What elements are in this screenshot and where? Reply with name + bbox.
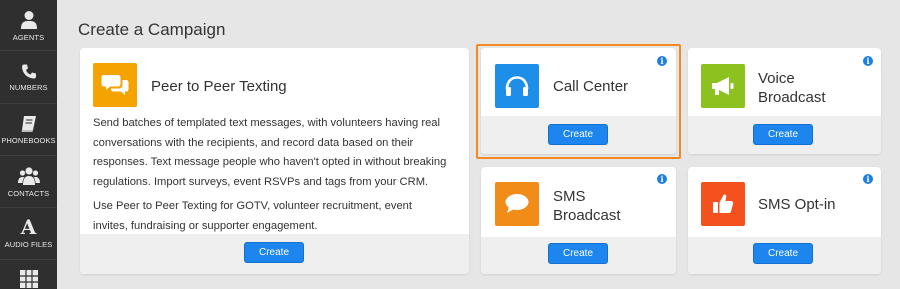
info-icon[interactable]: i	[863, 174, 873, 184]
thumbs-up-icon	[713, 194, 734, 213]
sms-optin-card[interactable]: SMS Opt-in i Create	[688, 167, 881, 274]
info-icon[interactable]: i	[863, 56, 873, 66]
divider	[0, 103, 57, 104]
headset-icon	[505, 76, 529, 96]
divider	[0, 50, 57, 51]
sidebar-item-phonebooks[interactable]: PHONEBOOKS	[0, 115, 57, 145]
megaphone-icon	[712, 77, 734, 95]
sms-broadcast-tile	[495, 182, 539, 226]
divider	[0, 207, 57, 208]
call-center-create-button[interactable]: Create	[548, 124, 608, 145]
grid-icon	[19, 270, 38, 288]
people-icon	[17, 167, 40, 185]
chat-bubbles-icon	[101, 75, 129, 95]
book-icon	[21, 116, 36, 132]
sms-optin-tile	[701, 182, 745, 226]
chat-bubble-icon	[505, 194, 529, 213]
sidebar-item-label: NUMBERS	[9, 83, 48, 92]
p2p-tile	[93, 63, 137, 107]
p2p-description-paragraph: Send batches of templated text messages,…	[93, 117, 447, 188]
sms-broadcast-title: SMS Broadcast	[553, 187, 621, 225]
sms-broadcast-create-button[interactable]: Create	[548, 243, 608, 264]
p2p-title: Peer to Peer Texting	[151, 78, 287, 95]
sidebar-item-audio-files[interactable]: A AUDIO FILES	[0, 215, 57, 249]
divider	[0, 155, 57, 156]
sidebar-item-agents[interactable]: AGENTS	[0, 10, 57, 42]
voice-broadcast-tile	[701, 64, 745, 108]
sms-broadcast-card[interactable]: SMS Broadcast i Create	[481, 167, 676, 274]
sidebar-item-label: AUDIO FILES	[4, 240, 53, 249]
sidebar-item-more[interactable]	[0, 270, 57, 288]
voice-broadcast-card[interactable]: Voice Broadcast i Create	[688, 48, 881, 154]
sidebar-item-label: CONTACTS	[7, 189, 50, 198]
p2p-card[interactable]: Peer to Peer Texting Send batches of tem…	[80, 48, 469, 274]
voice-broadcast-title: Voice Broadcast	[758, 69, 826, 107]
voice-broadcast-create-button[interactable]: Create	[753, 124, 813, 145]
sidebar-item-numbers[interactable]: NUMBERS	[0, 63, 57, 92]
call-center-card[interactable]: Call Center i Create	[481, 48, 676, 154]
sidebar-item-label: PHONEBOOKS	[1, 136, 56, 145]
p2p-description-paragraph: Use Peer to Peer Texting for GOTV, volun…	[93, 200, 412, 232]
sms-optin-create-button[interactable]: Create	[753, 243, 813, 264]
call-center-tile	[495, 64, 539, 108]
sms-broadcast-title-line: SMS	[553, 188, 586, 205]
p2p-create-button[interactable]: Create	[244, 242, 304, 263]
sidebar-item-contacts[interactable]: CONTACTS	[0, 166, 57, 198]
sms-broadcast-title-line: Broadcast	[553, 207, 621, 224]
voice-broadcast-title-line: Voice	[758, 70, 795, 87]
call-center-title: Call Center	[553, 78, 629, 95]
agent-icon	[20, 11, 37, 29]
sms-optin-title: SMS Opt-in	[758, 196, 836, 213]
info-icon[interactable]: i	[657, 174, 667, 184]
divider	[0, 259, 57, 260]
font-icon: A	[20, 215, 37, 239]
info-icon[interactable]: i	[657, 56, 667, 66]
sidebar: AGENTS NUMBERS PHONEBOOKS CONTACTS A AUD…	[0, 0, 57, 289]
sidebar-item-label: AGENTS	[12, 33, 45, 42]
p2p-description: Send batches of templated text messages,…	[93, 114, 448, 241]
phone-icon	[21, 64, 36, 79]
page-title: Create a Campaign	[78, 20, 226, 39]
voice-broadcast-title-line: Broadcast	[758, 89, 826, 106]
